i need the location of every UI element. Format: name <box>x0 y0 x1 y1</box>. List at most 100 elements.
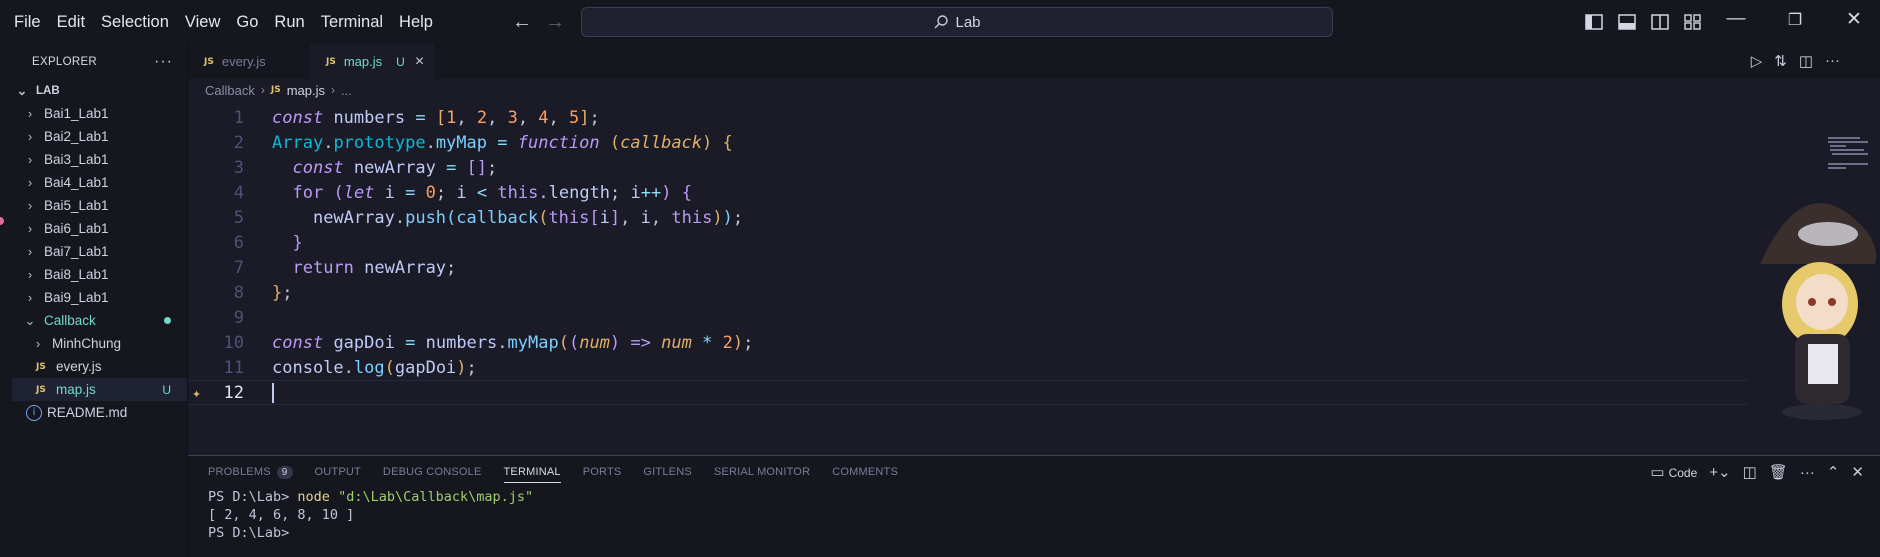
menu-file[interactable]: File <box>6 13 49 32</box>
line-number: 3 <box>233 157 244 178</box>
menu-go[interactable]: Go <box>228 13 266 32</box>
split-terminal-icon[interactable]: ◫ <box>1743 463 1757 481</box>
tab-debug-console[interactable]: DEBUG CONSOLE <box>383 456 482 488</box>
menu-run[interactable]: Run <box>266 13 312 32</box>
tree-item-label: Bai3_Lab1 <box>44 152 109 167</box>
forward-arrow-icon[interactable]: → <box>545 11 565 34</box>
minimize-icon[interactable]: — <box>1724 8 1748 30</box>
search-label: Lab <box>955 13 981 31</box>
code-text: newArray.push(callback(this[i], i, this)… <box>312 207 744 228</box>
breadcrumb-folder[interactable]: Callback <box>205 83 255 98</box>
toggle-panel-icon[interactable] <box>1617 12 1637 32</box>
problems-count-badge: 9 <box>276 465 293 479</box>
tree-item-label: MinhChung <box>52 336 122 351</box>
code-text: }; <box>272 282 293 303</box>
close-window-icon[interactable]: ✕ <box>1842 8 1866 31</box>
command-center-search[interactable]: Lab <box>581 7 1333 37</box>
split-editor-icon[interactable]: ◫ <box>1799 52 1813 70</box>
compare-changes-icon[interactable]: ⇅ <box>1774 52 1787 70</box>
tree-item-bai6[interactable]: › Bai6_Lab1 <box>12 217 187 240</box>
toggle-secondary-sidebar-icon[interactable] <box>1650 12 1670 32</box>
tree-item-label: Bai7_Lab1 <box>44 244 109 259</box>
sparkle-icon[interactable]: ✦ <box>192 384 201 402</box>
tree-item-callback[interactable]: ⌄ Callback <box>12 309 187 332</box>
code-text: const numbers = [1, 2, 3, 4, 5]; <box>272 107 600 128</box>
tree-item-bai1[interactable]: › Bai1_Lab1 <box>12 102 187 125</box>
terminal-output[interactable]: PS D:\Lab> node "d:\Lab\Callback\map.js"… <box>188 488 1880 542</box>
js-file-icon: JS <box>36 384 46 395</box>
tab-problems[interactable]: PROBLEMS 9 <box>208 456 293 488</box>
more-actions-icon[interactable]: ··· <box>154 53 173 71</box>
activity-indicator <box>0 217 4 225</box>
tab-label: PROBLEMS <box>208 466 271 478</box>
code-line: 4 for (let i = 0; i < this.length; i++) … <box>188 180 1748 205</box>
code-text: return newArray; <box>292 257 457 278</box>
menu-edit[interactable]: Edit <box>49 13 93 32</box>
tree-item-bai4[interactable]: › Bai4_Lab1 <box>12 171 187 194</box>
customize-layout-icon[interactable] <box>1683 12 1703 32</box>
breadcrumb-file[interactable]: map.js <box>287 83 325 98</box>
tree-item-minhchung[interactable]: › MinhChung <box>12 332 187 355</box>
tree-item-every-js[interactable]: JS every.js <box>12 355 187 378</box>
back-arrow-icon[interactable]: ← <box>512 11 532 34</box>
code-text: for (let i = 0; i < this.length; i++) { <box>292 182 692 203</box>
code-editor[interactable]: 1 const numbers = [1, 2, 3, 4, 5]; 2 Array… <box>188 105 1748 405</box>
tab-map-js[interactable]: JS map.js U × <box>310 44 434 79</box>
code-line: 9 <box>188 305 1748 330</box>
decorative-mascot-image <box>1760 203 1876 420</box>
menu-selection[interactable]: Selection <box>93 13 177 32</box>
explorer-header: EXPLORER ··· <box>12 44 187 79</box>
tab-comments[interactable]: COMMENTS <box>832 456 898 488</box>
tree-item-bai5[interactable]: › Bai5_Lab1 <box>12 194 187 217</box>
breadcrumb-more[interactable]: ... <box>341 83 352 98</box>
tree-item-readme[interactable]: i README.md <box>12 401 187 424</box>
tab-output[interactable]: OUTPUT <box>315 456 361 488</box>
js-file-icon: JS <box>326 56 336 67</box>
trash-icon[interactable]: 🗑 <box>1769 463 1788 481</box>
tree-item-map-js[interactable]: JS map.js U <box>12 378 187 401</box>
workspace-root[interactable]: ⌄ LAB <box>12 79 187 102</box>
tree-item-bai9[interactable]: › Bai9_Lab1 <box>12 286 187 309</box>
chevron-right-icon: › <box>27 221 33 236</box>
more-actions-icon[interactable]: ··· <box>1800 464 1815 481</box>
tree-item-bai7[interactable]: › Bai7_Lab1 <box>12 240 187 263</box>
tab-every-js[interactable]: JS every.js <box>188 44 310 79</box>
git-untracked-badge: U <box>396 54 405 69</box>
tab-label: every.js <box>221 54 266 69</box>
new-terminal-icon[interactable]: +⌄ <box>1709 463 1730 481</box>
tab-ports[interactable]: PORTS <box>583 456 622 488</box>
line-number: 7 <box>233 257 244 278</box>
tree-item-bai2[interactable]: › Bai2_Lab1 <box>12 125 187 148</box>
git-untracked-badge: U <box>162 382 171 397</box>
js-file-icon: JS <box>270 85 281 95</box>
chevron-right-icon: › <box>27 106 33 121</box>
menu-view[interactable]: View <box>177 13 228 32</box>
tree-item-bai3[interactable]: › Bai3_Lab1 <box>12 148 187 171</box>
text-caret <box>272 382 274 403</box>
toggle-sidebar-icon[interactable] <box>1584 12 1604 32</box>
tree-item-label: README.md <box>47 405 128 420</box>
tree-item-bai8[interactable]: › Bai8_Lab1 <box>12 263 187 286</box>
menu-help[interactable]: Help <box>391 13 441 32</box>
more-actions-icon[interactable]: ··· <box>1825 52 1840 70</box>
code-text: Array.prototype.myMap = function (callba… <box>272 132 733 153</box>
tree-item-label: Bai8_Lab1 <box>44 267 109 282</box>
tab-serial-monitor[interactable]: SERIAL MONITOR <box>714 456 810 488</box>
workspace-root-label: LAB <box>36 84 60 97</box>
close-tab-icon[interactable]: × <box>415 53 424 71</box>
code-line: 3 const newArray = []; <box>188 155 1748 180</box>
chevron-right-icon: › <box>27 129 33 144</box>
maximize-panel-icon[interactable]: ⌃ <box>1827 463 1840 481</box>
terminal-profile[interactable]: ▭ Code <box>1650 463 1697 481</box>
info-icon: i <box>26 404 42 421</box>
menu-terminal[interactable]: Terminal <box>313 13 391 32</box>
terminal-command: node <box>297 489 330 505</box>
run-icon[interactable]: ▷ <box>1751 52 1763 70</box>
close-panel-icon[interactable]: ✕ <box>1851 463 1864 481</box>
git-modified-dot <box>164 317 171 324</box>
restore-icon[interactable]: ❐ <box>1783 10 1807 30</box>
tab-terminal[interactable]: TERMINAL <box>503 456 561 488</box>
line-number: 4 <box>233 182 244 203</box>
tab-gitlens[interactable]: GITLENS <box>643 456 691 488</box>
editor-actions: ▷ ⇅ ◫ ··· <box>1751 52 1840 70</box>
